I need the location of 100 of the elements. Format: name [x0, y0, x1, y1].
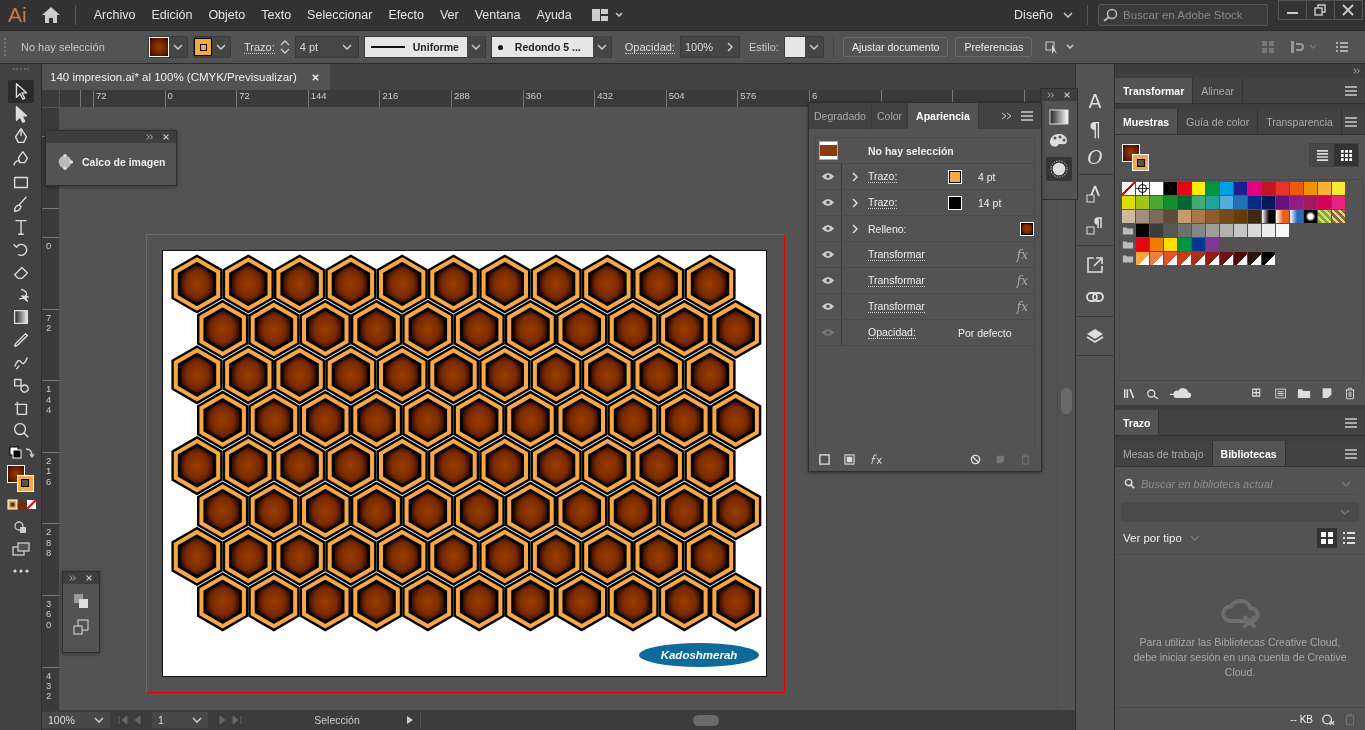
color-swatch[interactable] [1150, 224, 1163, 237]
color-swatch[interactable] [1248, 182, 1261, 195]
expand-chevron-icon[interactable] [852, 171, 858, 182]
attribute-link[interactable]: Trazo: [868, 196, 898, 209]
stock-search-field[interactable]: Buscar en Adobe Stock [1098, 4, 1268, 26]
panel-tab[interactable]: Trazo [1115, 410, 1160, 435]
style-dropdown[interactable] [783, 36, 824, 58]
gradient-panel-icon[interactable] [1049, 109, 1069, 125]
menu-item[interactable]: Texto [253, 8, 300, 22]
color-swatch[interactable] [1220, 224, 1233, 237]
panel-menu-icon[interactable] [1335, 41, 1349, 53]
color-swatch[interactable] [1304, 182, 1317, 195]
color-swatch[interactable] [1020, 221, 1034, 236]
color-swatch[interactable] [1234, 182, 1247, 195]
color-swatch[interactable] [1220, 182, 1233, 195]
zoom-dropdown[interactable]: 100% [42, 712, 110, 728]
dock-panel-button[interactable]: O [1087, 146, 1103, 168]
color-swatch[interactable] [1192, 224, 1205, 237]
add-stroke-icon[interactable] [819, 453, 830, 465]
color-swatch[interactable] [1332, 210, 1345, 223]
folder-icon[interactable] [1122, 253, 1134, 264]
color-swatch[interactable] [1192, 182, 1205, 195]
stroke-swatch-dropdown[interactable] [193, 36, 231, 58]
stepper-icon[interactable] [279, 39, 290, 55]
panel-menu-icon[interactable] [1021, 111, 1033, 121]
color-swatch[interactable] [1262, 210, 1275, 223]
panel-tab[interactable]: Bibliotecas [1212, 441, 1286, 466]
play-icon[interactable] [406, 715, 414, 725]
panel-tab[interactable]: Transformar [1115, 78, 1194, 103]
panel-tab[interactable]: Degradado [809, 103, 872, 129]
menu-item[interactable]: Objeto [200, 8, 254, 22]
color-group-icon[interactable] [1274, 386, 1288, 400]
dock-panel-button[interactable]: ¶ [1088, 118, 1102, 140]
color-swatch[interactable] [948, 195, 962, 210]
color-swatch[interactable] [1192, 210, 1205, 223]
visibility-eye-icon[interactable] [821, 198, 835, 207]
color-swatch[interactable] [1150, 238, 1163, 251]
color-swatch[interactable] [1206, 238, 1219, 251]
grid-view-button[interactable] [1317, 528, 1337, 548]
color-swatch[interactable] [1248, 196, 1261, 209]
palette-icon[interactable] [1049, 133, 1069, 149]
color-swatch[interactable] [1318, 196, 1331, 209]
folder-icon[interactable] [1122, 239, 1134, 250]
toolbar-button[interactable]: Preferencias [955, 37, 1033, 57]
close-tab-icon[interactable] [310, 72, 320, 82]
collapse-icon[interactable] [146, 133, 154, 141]
attribute-link[interactable]: Transformar [868, 248, 925, 261]
color-swatch[interactable] [1262, 224, 1275, 237]
panel-menu-icon[interactable] [1345, 417, 1357, 428]
color-swatch[interactable] [1304, 210, 1317, 223]
color-swatch[interactable] [1262, 252, 1275, 265]
color-swatch[interactable] [1304, 196, 1317, 209]
toolbar-button[interactable]: Ajustar documento [842, 37, 949, 57]
panel-tab[interactable]: Mesas de trabajo [1115, 441, 1213, 466]
layers-icon[interactable] [1085, 326, 1105, 346]
document-tab[interactable]: 140 impresion.ai* al 100% (CMYK/Previsualizar) [42, 64, 330, 90]
color-swatch[interactable] [1178, 210, 1191, 223]
new-swatch-icon[interactable] [1320, 386, 1334, 400]
attribute-link[interactable]: Transformar [868, 274, 925, 287]
swatch-libraries-icon[interactable] [1123, 386, 1137, 400]
collapse-icon[interactable] [69, 574, 77, 582]
color-swatch[interactable] [1122, 196, 1135, 209]
color-swatch[interactable] [1318, 210, 1331, 223]
color-mode-icons[interactable] [5, 497, 36, 512]
menu-item[interactable]: Seleccionar [299, 8, 381, 22]
color-swatch[interactable] [1248, 224, 1261, 237]
color-swatch[interactable] [1178, 224, 1191, 237]
color-swatch[interactable] [1192, 252, 1205, 265]
new-folder-icon[interactable] [1297, 386, 1311, 400]
menu-item[interactable]: Ventana [466, 8, 529, 22]
color-swatch[interactable] [1262, 196, 1275, 209]
attribute-link[interactable]: Relleno: [868, 222, 907, 235]
panel-menu-icon[interactable] [1345, 448, 1357, 459]
color-swatch[interactable] [1276, 224, 1289, 237]
add-effect-icon[interactable] [869, 453, 885, 465]
panel-menu-icon[interactable] [1345, 116, 1357, 127]
color-swatch[interactable] [948, 169, 962, 184]
color-swatch[interactable] [1332, 196, 1345, 209]
color-swatch[interactable] [1136, 224, 1149, 237]
none-swatch[interactable] [1122, 182, 1135, 195]
color-swatch[interactable] [1178, 252, 1191, 265]
color-swatch[interactable] [1178, 182, 1191, 195]
folder-icon[interactable] [1122, 225, 1134, 236]
color-swatch[interactable] [1150, 210, 1163, 223]
color-swatch[interactable] [1136, 196, 1149, 209]
add-fill-icon[interactable] [844, 453, 855, 465]
pathfinder-icon[interactable] [72, 592, 90, 610]
cloud-upload-icon[interactable] [1169, 386, 1193, 400]
trace-panel-label[interactable]: Calco de imagen [82, 156, 166, 168]
color-swatch[interactable] [1206, 252, 1219, 265]
collapse-icon[interactable] [1353, 67, 1361, 75]
visibility-eye-icon[interactable] [821, 224, 835, 233]
attribute-link[interactable]: Opacidad: [868, 326, 916, 339]
stroke-profile-dropdown[interactable]: Uniforme [363, 36, 486, 58]
color-swatch[interactable] [1276, 182, 1289, 195]
color-swatch[interactable] [1318, 182, 1331, 195]
stroke-label[interactable]: Trazo: [244, 40, 275, 54]
clear-appearance-icon[interactable] [970, 453, 981, 465]
color-swatch[interactable] [1248, 210, 1261, 223]
workspace-switcher[interactable]: Diseño [1006, 8, 1087, 22]
